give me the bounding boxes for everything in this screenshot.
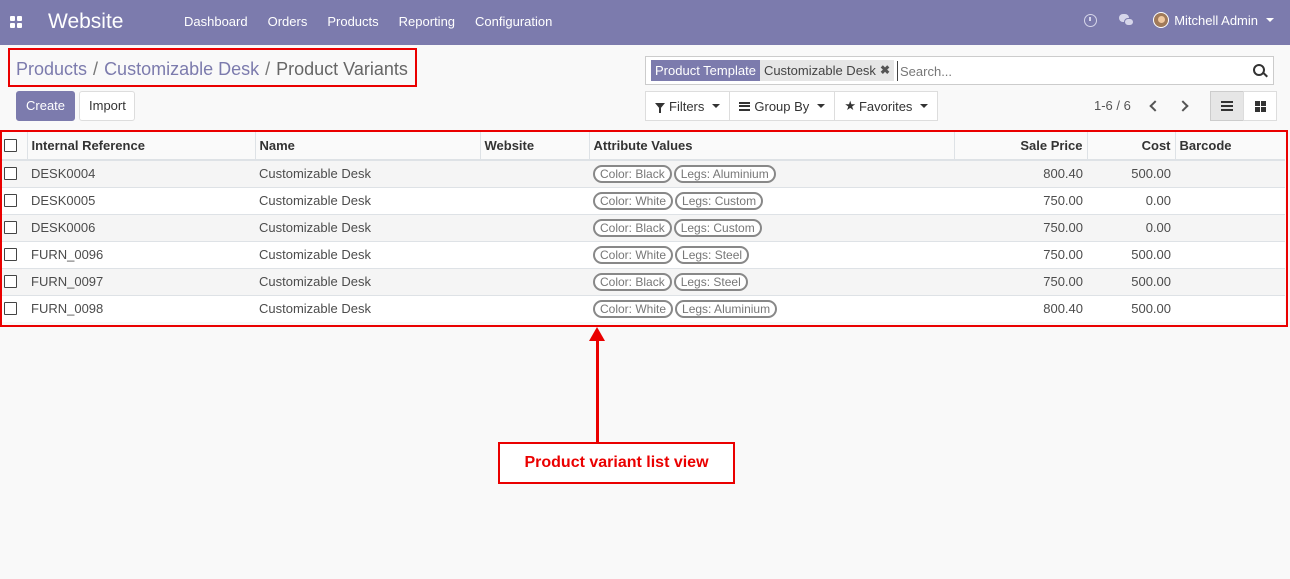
import-button[interactable]: Import — [79, 91, 135, 121]
main-menu: Dashboard Orders Products Reporting Conf… — [184, 14, 572, 29]
chevron-down-icon — [712, 104, 721, 108]
filters-button[interactable]: Filters — [645, 91, 731, 121]
kanban-view-button[interactable] — [1243, 91, 1277, 121]
chevron-right-icon[interactable] — [1177, 99, 1189, 112]
breadcrumb-highlight-box — [8, 48, 417, 87]
chevron-down-icon[interactable] — [1266, 18, 1274, 22]
menu-item-reporting[interactable]: Reporting — [399, 14, 455, 29]
star-icon: ★ — [844, 98, 856, 113]
kanban-icon — [1254, 100, 1266, 112]
bars-icon — [739, 101, 751, 111]
annotation-callout: Product variant list view — [498, 442, 735, 484]
avatar[interactable] — [1153, 12, 1170, 28]
search-facet: Product Template Customizable Desk ✖ — [651, 60, 894, 81]
search-icon[interactable] — [1253, 64, 1265, 76]
favorites-button[interactable]: ★ Favorites — [834, 91, 939, 121]
chevron-left-icon[interactable] — [1149, 99, 1161, 112]
list-icon — [1221, 101, 1233, 111]
app-title[interactable]: Website — [48, 10, 123, 34]
menu-item-orders[interactable]: Orders — [268, 14, 308, 29]
chat-icon[interactable] — [1119, 14, 1135, 26]
facet-value: Customizable Desk — [763, 63, 876, 78]
facet-label: Product Template — [651, 60, 760, 81]
close-icon[interactable]: ✖ — [880, 60, 894, 81]
list-highlight-box — [0, 130, 1288, 327]
view-switcher — [1210, 91, 1277, 121]
top-navbar: Website Dashboard Orders Products Report… — [0, 0, 1290, 45]
search-bar: Product Template Customizable Desk ✖ — [645, 56, 1274, 85]
search-options: Filters Group By ★ Favorites — [645, 91, 939, 121]
filters-label: Filters — [669, 98, 705, 114]
search-input[interactable] — [897, 61, 1237, 81]
arrow-line — [596, 338, 599, 442]
menu-item-products[interactable]: Products — [327, 14, 378, 29]
pager-value[interactable]: 1-6 / 6 — [1094, 98, 1131, 113]
menu-item-dashboard[interactable]: Dashboard — [184, 14, 248, 29]
group-by-label: Group By — [754, 98, 810, 114]
chevron-down-icon — [920, 104, 929, 108]
pager: 1-6 / 6 — [1094, 98, 1189, 113]
favorites-label: Favorites — [858, 98, 913, 114]
filter-icon — [655, 103, 665, 113]
group-by-button[interactable]: Group By — [729, 91, 836, 121]
create-button[interactable]: Create — [16, 91, 75, 121]
activity-clock-icon[interactable] — [1084, 13, 1098, 27]
systray: Mitchell Admin — [1084, 12, 1274, 28]
list-view-button[interactable] — [1210, 91, 1244, 121]
menu-item-configuration[interactable]: Configuration — [475, 14, 552, 29]
user-menu-name[interactable]: Mitchell Admin — [1174, 13, 1258, 28]
chevron-down-icon — [817, 104, 826, 108]
apps-menu-icon[interactable] — [10, 16, 23, 29]
